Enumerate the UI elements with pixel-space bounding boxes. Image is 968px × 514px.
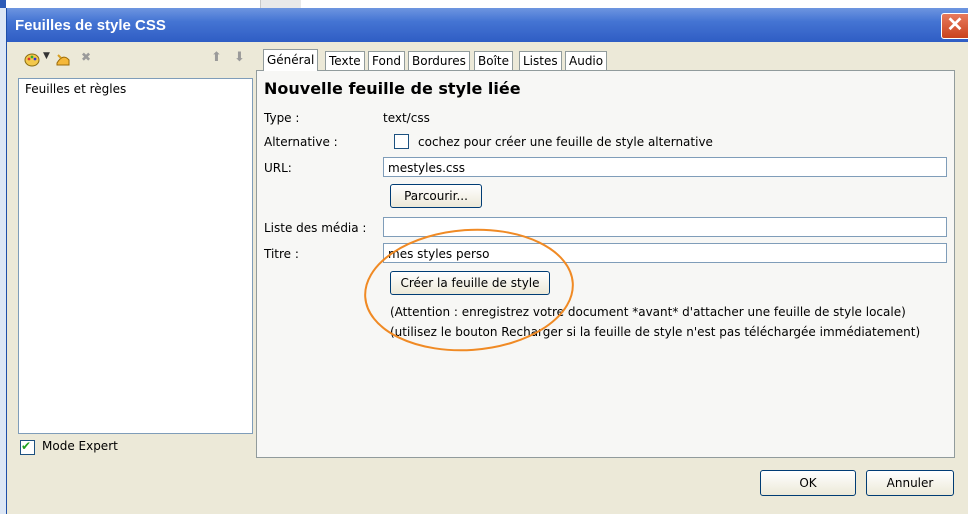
title-bar[interactable]: Feuilles de style CSS ✕ — [7, 8, 968, 42]
expert-mode-checkbox[interactable] — [20, 439, 35, 455]
tree-header: Feuilles et règles — [25, 82, 127, 96]
general-panel: Nouvelle feuille de style liée Type : te… — [256, 70, 955, 458]
window-title: Feuilles de style CSS — [15, 17, 166, 34]
type-label: Type : — [264, 111, 300, 125]
delete-icon[interactable]: ✖ — [81, 50, 91, 64]
title-input[interactable]: mes styles perso — [383, 243, 947, 263]
warning-note: (Attention : enregistrez votre document … — [390, 305, 906, 319]
move-down-icon[interactable]: ⬇ — [234, 50, 245, 65]
tab-general[interactable]: Général — [263, 49, 319, 71]
dropdown-arrow-icon[interactable]: ▼ — [43, 51, 50, 61]
stylesheet-toolbar: ▼ ✖ ⬆ ⬇ — [12, 48, 247, 70]
create-stylesheet-button[interactable]: Créer la feuille de style — [390, 271, 550, 295]
tab-background[interactable]: Fond — [368, 51, 406, 70]
background-window-edge — [0, 0, 6, 8]
background-window-strip — [0, 0, 968, 8]
browse-button[interactable]: Parcourir... — [390, 184, 482, 208]
url-input[interactable]: mestyles.css — [383, 157, 947, 177]
tab-box[interactable]: Boîte — [474, 51, 513, 70]
media-input[interactable] — [383, 217, 947, 237]
url-label: URL: — [264, 161, 292, 175]
type-value: text/css — [383, 111, 430, 125]
close-icon: ✕ — [946, 14, 964, 36]
create-rule-icon[interactable] — [55, 51, 71, 67]
stylesheet-tree[interactable]: Feuilles et règles — [18, 78, 253, 434]
alternative-label: Alternative : — [264, 135, 338, 149]
new-style-icon[interactable] — [24, 51, 40, 67]
title-label: Titre : — [264, 247, 299, 261]
alternative-checkbox[interactable] — [394, 134, 409, 149]
expert-mode-label: Mode Expert — [42, 439, 118, 453]
ok-button[interactable]: OK — [760, 470, 856, 496]
tab-lists[interactable]: Listes — [519, 51, 562, 70]
reload-note: (utilisez le bouton Recharger si la feui… — [390, 325, 921, 339]
tab-text[interactable]: Texte — [325, 51, 365, 70]
move-up-icon[interactable]: ⬆ — [211, 50, 222, 65]
media-label: Liste des média : — [264, 221, 367, 235]
cancel-button[interactable]: Annuler — [866, 470, 954, 496]
tab-audio[interactable]: Audio — [565, 51, 608, 70]
panel-heading: Nouvelle feuille de style liée — [264, 79, 521, 98]
close-button[interactable]: ✕ — [941, 13, 968, 39]
background-window-fragment — [260, 0, 301, 8]
alternative-checkbox-label: cochez pour créer une feuille de style a… — [418, 135, 713, 149]
tab-borders[interactable]: Bordures — [408, 51, 470, 70]
